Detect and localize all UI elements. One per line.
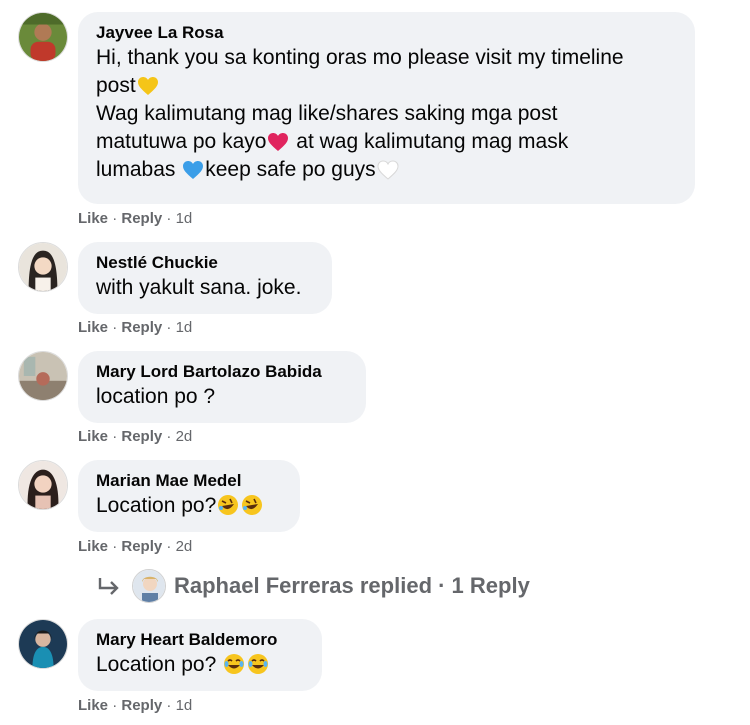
separator: ·: [166, 210, 172, 227]
comment-bubble: Jayvee La Rosa Hi, thank you sa konting …: [78, 12, 695, 204]
timestamp[interactable]: 1d: [176, 319, 193, 336]
comment-actions: Like · Reply · 1d: [78, 696, 192, 716]
like-button[interactable]: Like: [78, 319, 108, 336]
comment-text: Location po?: [96, 651, 304, 679]
avatar[interactable]: [18, 242, 68, 292]
comment-bubble: Mary Lord Bartolazo Babida location po ?: [78, 351, 366, 423]
like-button[interactable]: Like: [78, 428, 108, 445]
comment-text-line: Location po?: [96, 494, 217, 517]
avatar[interactable]: [18, 351, 68, 401]
comment-bubble: Marian Mae Medel Location po?: [78, 460, 300, 532]
comment-author[interactable]: Nestlé Chuckie: [96, 252, 314, 274]
timestamp[interactable]: 2d: [176, 428, 193, 445]
red-heart-icon: [267, 132, 289, 152]
comment-bubble: Nestlé Chuckie with yakult sana. joke.: [78, 242, 332, 314]
reply-arrow-icon: [98, 578, 119, 595]
separator: ·: [166, 697, 172, 714]
avatar[interactable]: [132, 569, 166, 603]
white-heart-icon: [377, 160, 399, 180]
comment-text: Hi, thank you sa konting oras mo please …: [96, 44, 677, 184]
comment-text-line: Wag kalimutang mag like/shares saking mg…: [96, 102, 558, 125]
tears-of-joy-face-icon: [223, 653, 245, 675]
avatar[interactable]: [18, 619, 68, 669]
comment-bubble: Mary Heart Baldemoro Location po?: [78, 619, 322, 691]
comment-text-line: matutuwa po kayo: [96, 130, 267, 153]
separator: ·: [166, 428, 172, 445]
comment-author[interactable]: Mary Lord Bartolazo Babida: [96, 361, 348, 383]
like-button[interactable]: Like: [78, 538, 108, 555]
view-replies-link[interactable]: Raphael Ferreras replied · 1 Reply: [96, 566, 530, 606]
comment-text: location po ?: [96, 385, 216, 408]
tears-of-joy-face-icon: [247, 653, 269, 675]
reply-button[interactable]: Reply: [121, 428, 162, 445]
comment-text: with yakult sana. joke.: [96, 276, 302, 299]
comment-text-line: Location po?: [96, 653, 223, 676]
separator: ·: [112, 697, 118, 714]
timestamp[interactable]: 1d: [176, 210, 193, 227]
timestamp[interactable]: 2d: [176, 538, 193, 555]
comment-text-line: post: [96, 74, 136, 97]
separator: ·: [112, 538, 118, 555]
rofl-face-icon: [241, 494, 263, 516]
comment-actions: Like · Reply · 1d: [78, 209, 192, 229]
reply-button[interactable]: Reply: [121, 319, 162, 336]
comment-actions: Like · Reply · 2d: [78, 537, 192, 557]
avatar[interactable]: [18, 460, 68, 510]
comment-text-line: Hi, thank you sa konting oras mo please …: [96, 46, 624, 69]
reply-button[interactable]: Reply: [121, 538, 162, 555]
reply-button[interactable]: Reply: [121, 697, 162, 714]
comment-author[interactable]: Mary Heart Baldemoro: [96, 629, 304, 651]
comment-actions: Like · Reply · 1d: [78, 318, 192, 338]
separator: ·: [112, 210, 118, 227]
like-button[interactable]: Like: [78, 697, 108, 714]
comment-actions: Like · Reply · 2d: [78, 427, 192, 447]
rofl-face-icon: [217, 494, 239, 516]
like-button[interactable]: Like: [78, 210, 108, 227]
separator: ·: [166, 319, 172, 336]
comment-text-line: at wag kalimutang mag mask: [290, 130, 569, 153]
comment-text-line: lumabas: [96, 158, 182, 181]
separator: ·: [112, 319, 118, 336]
comment-author[interactable]: Marian Mae Medel: [96, 470, 282, 492]
timestamp[interactable]: 1d: [176, 697, 193, 714]
avatar[interactable]: [18, 12, 68, 62]
reply-summary-text[interactable]: Raphael Ferreras replied · 1 Reply: [174, 573, 530, 599]
comment-text-line: keep safe po guys: [205, 158, 376, 181]
yellow-heart-icon: [137, 76, 159, 96]
blue-heart-icon: [182, 160, 204, 180]
separator: ·: [166, 538, 172, 555]
separator: ·: [112, 428, 118, 445]
comment-author[interactable]: Jayvee La Rosa: [96, 22, 677, 44]
reply-button[interactable]: Reply: [121, 210, 162, 227]
comment-text: Location po?: [96, 492, 282, 520]
